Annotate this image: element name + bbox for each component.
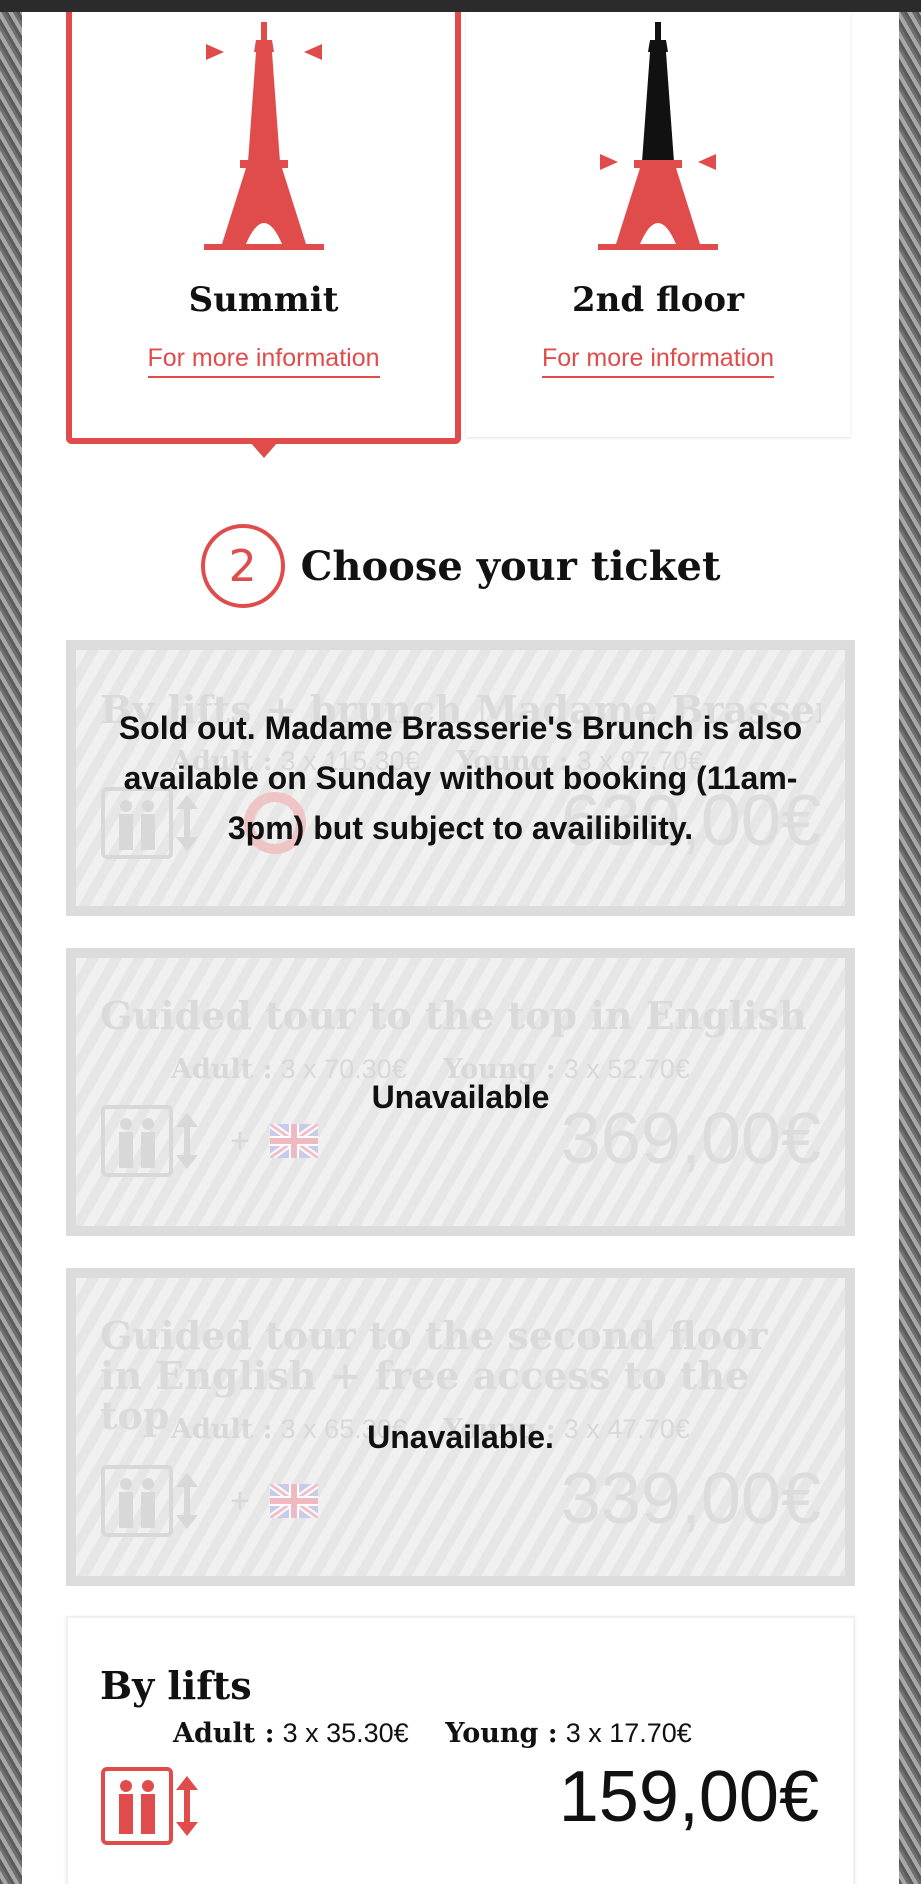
adult-label: Adult : [173,1718,275,1749]
ticket-brunch: By lifts + brunch Madame Brasserie Adult… [66,640,855,916]
floor-option-summit[interactable]: Summit For more information [66,12,461,458]
floor-option-2nd-floor[interactable]: 2nd floor For more information [466,12,850,437]
ticket-title: By lifts [100,1663,252,1708]
eiffel-tower-icon [466,22,850,272]
selected-pointer [249,442,278,458]
step-number: 2 [200,524,285,608]
booking-page: Summit For more information 2nd floor Fo… [22,12,899,1884]
ticket-status-message: Unavailable [371,1079,550,1115]
eiffel-tower-icon [72,22,455,272]
floor-name: Summit [188,280,339,320]
up-down-arrows-icon [176,1776,198,1836]
status-bar [0,0,921,12]
floor-name: 2nd floor [572,280,744,320]
ticket-by-lifts[interactable]: By lifts Adult :3 x 35.30€ Young :3 x 17… [66,1616,855,1884]
step-heading: 2 Choose your ticket [22,520,899,612]
more-info-link[interactable]: For more information [147,344,380,378]
background-photo-left [0,12,22,1884]
ticket-prices: Adult :3 x 35.30€ Young :3 x 17.70€ [173,1718,720,1749]
ticket-guided-top: Guided tour to the top in English Adult … [66,948,855,1236]
adult-price: 3 x 35.30€ [282,1718,409,1748]
more-info-link[interactable]: For more information [541,344,775,378]
ticket-icons [100,1766,200,1846]
young-label: Young : [445,1718,558,1749]
ticket-guided-second-floor: Guided tour to the second floor in Engli… [66,1268,855,1586]
ticket-status-message: Unavailable. [367,1419,554,1455]
ticket-status-message: Sold out. Madame Brasserie's Brunch is a… [118,710,803,846]
ticket-total: 159,00€ [558,1757,819,1837]
young-price: 3 x 17.70€ [565,1718,692,1748]
background-photo-right [899,12,921,1884]
lift-icon [101,1767,173,1845]
step-title: Choose your ticket [300,542,721,590]
